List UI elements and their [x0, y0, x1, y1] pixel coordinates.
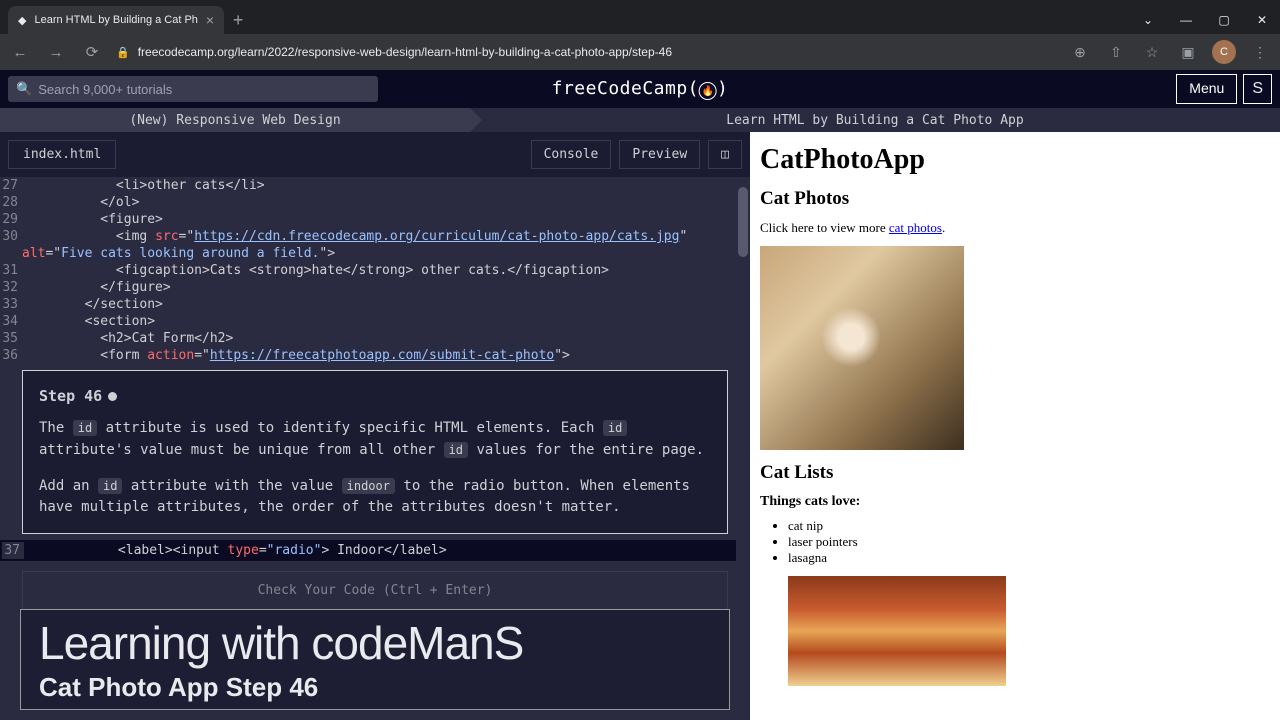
heart-icon: S [1252, 80, 1263, 98]
layout-toggle-icon[interactable]: ◫ [708, 140, 742, 169]
close-icon[interactable]: × [206, 12, 214, 28]
minimize-button[interactable]: — [1168, 6, 1204, 34]
instructions-panel: Step 46 The id attribute is used to iden… [22, 370, 728, 534]
status-dot-icon [108, 392, 117, 401]
zoom-icon[interactable]: ⊕ [1068, 40, 1092, 64]
check-code-button[interactable]: Check Your Code (Ctrl + Enter) [22, 571, 728, 610]
tab-title: Learn HTML by Building a Cat Ph [34, 14, 197, 26]
step-title: Step 46 [39, 385, 711, 408]
flame-icon: 🔥 [699, 82, 717, 100]
scrollbar[interactable] [736, 177, 750, 720]
breadcrumb-lesson: Learn HTML by Building a Cat Photo App [470, 108, 1280, 132]
preview-h2-photos: Cat Photos [760, 188, 1270, 210]
menu-icon[interactable]: ⋮ [1248, 40, 1272, 64]
url-text: freecodecamp.org/learn/2022/responsive-w… [138, 45, 672, 59]
address-bar[interactable]: 🔒 freecodecamp.org/learn/2022/responsive… [116, 45, 1056, 59]
video-overlay: Learning with codeManS Cat Photo App Ste… [20, 609, 730, 710]
file-tab-index[interactable]: index.html [8, 140, 116, 169]
tab-favicon: ◆ [18, 14, 26, 27]
search-input[interactable]: 🔍 Search 9,000+ tutorials [8, 76, 378, 102]
cat-photos-link[interactable]: cat photos [889, 220, 942, 235]
overlay-subtitle: Cat Photo App Step 46 [39, 672, 711, 703]
preview-h1: CatPhotoApp [760, 144, 1270, 176]
panel-icon[interactable]: ▣ [1176, 40, 1200, 64]
search-placeholder: Search 9,000+ tutorials [38, 82, 172, 97]
things-cats-love-list: cat nip laser pointers lasagna [788, 518, 1270, 566]
new-tab-button[interactable]: + [224, 6, 252, 34]
overlay-title: Learning with codeManS [39, 616, 711, 670]
preview-pane: CatPhotoApp Cat Photos Click here to vie… [750, 132, 1280, 720]
share-icon[interactable]: ⇧ [1104, 40, 1128, 64]
list-item: laser pointers [788, 534, 1270, 550]
list-item: cat nip [788, 518, 1270, 534]
console-button[interactable]: Console [531, 140, 612, 169]
preview-h3-love: Things cats love: [760, 494, 1270, 510]
back-button[interactable]: ← [8, 40, 32, 64]
search-icon: 🔍 [16, 81, 32, 97]
forward-button[interactable]: → [44, 40, 68, 64]
list-item: lasagna [788, 550, 1270, 566]
preview-button[interactable]: Preview [619, 140, 700, 169]
lasagna-image[interactable] [788, 576, 1006, 686]
close-button[interactable]: ✕ [1244, 6, 1280, 34]
browser-tab[interactable]: ◆ Learn HTML by Building a Cat Ph × [8, 6, 224, 34]
preview-h2-lists: Cat Lists [760, 462, 1270, 484]
reload-button[interactable]: ⟳ [80, 40, 104, 64]
breadcrumb-course[interactable]: (New) Responsive Web Design [0, 108, 470, 132]
chevron-down-icon[interactable]: ⌄ [1130, 6, 1166, 34]
menu-button[interactable]: Menu [1176, 74, 1237, 104]
maximize-button[interactable]: ▢ [1206, 6, 1242, 34]
bookmark-icon[interactable]: ☆ [1140, 40, 1164, 64]
brand-logo[interactable]: freeCodeCamp(🔥) [552, 78, 729, 101]
profile-avatar[interactable]: C [1212, 40, 1236, 64]
cat-image[interactable] [760, 246, 964, 450]
lock-icon: 🔒 [116, 46, 130, 59]
donate-button[interactable]: S [1243, 74, 1272, 104]
